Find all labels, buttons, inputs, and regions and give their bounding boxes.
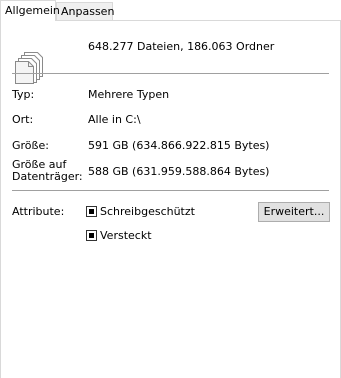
- type-label: Typ:: [12, 88, 35, 101]
- readonly-checkbox[interactable]: Schreibgeschützt: [86, 205, 195, 218]
- indeterminate-indicator-icon: [89, 209, 94, 214]
- location-value: Alle in C:\: [88, 113, 141, 126]
- multiple-files-icon: [15, 52, 43, 84]
- hidden-checkbox-label[interactable]: Versteckt: [100, 229, 152, 242]
- location-label: Ort:: [12, 113, 34, 126]
- advanced-button[interactable]: Erweitert...: [258, 202, 330, 222]
- separator: [12, 73, 329, 74]
- attributes-label: Attribute:: [12, 205, 65, 218]
- hidden-checkbox-box[interactable]: [86, 230, 97, 241]
- separator: [12, 190, 329, 191]
- readonly-checkbox-label[interactable]: Schreibgeschützt: [100, 205, 195, 218]
- indeterminate-indicator-icon: [89, 233, 94, 238]
- tab-anpassen[interactable]: Anpassen: [56, 2, 114, 20]
- size-value: 591 GB (634.866.922.815 Bytes): [88, 139, 270, 152]
- hidden-checkbox[interactable]: Versteckt: [86, 229, 152, 242]
- readonly-checkbox-box[interactable]: [86, 206, 97, 217]
- size-on-disk-value: 588 GB (631.959.588.864 Bytes): [88, 165, 270, 178]
- tab-strip: Allgemein Anpassen: [0, 0, 341, 21]
- tab-allgemein[interactable]: Allgemein: [0, 0, 60, 21]
- selection-summary: 648.277 Dateien, 186.063 Ordner: [88, 40, 275, 53]
- type-value: Mehrere Typen: [88, 88, 170, 101]
- size-label: Größe:: [12, 139, 49, 152]
- size-on-disk-label-line2: Datenträger:: [12, 170, 83, 183]
